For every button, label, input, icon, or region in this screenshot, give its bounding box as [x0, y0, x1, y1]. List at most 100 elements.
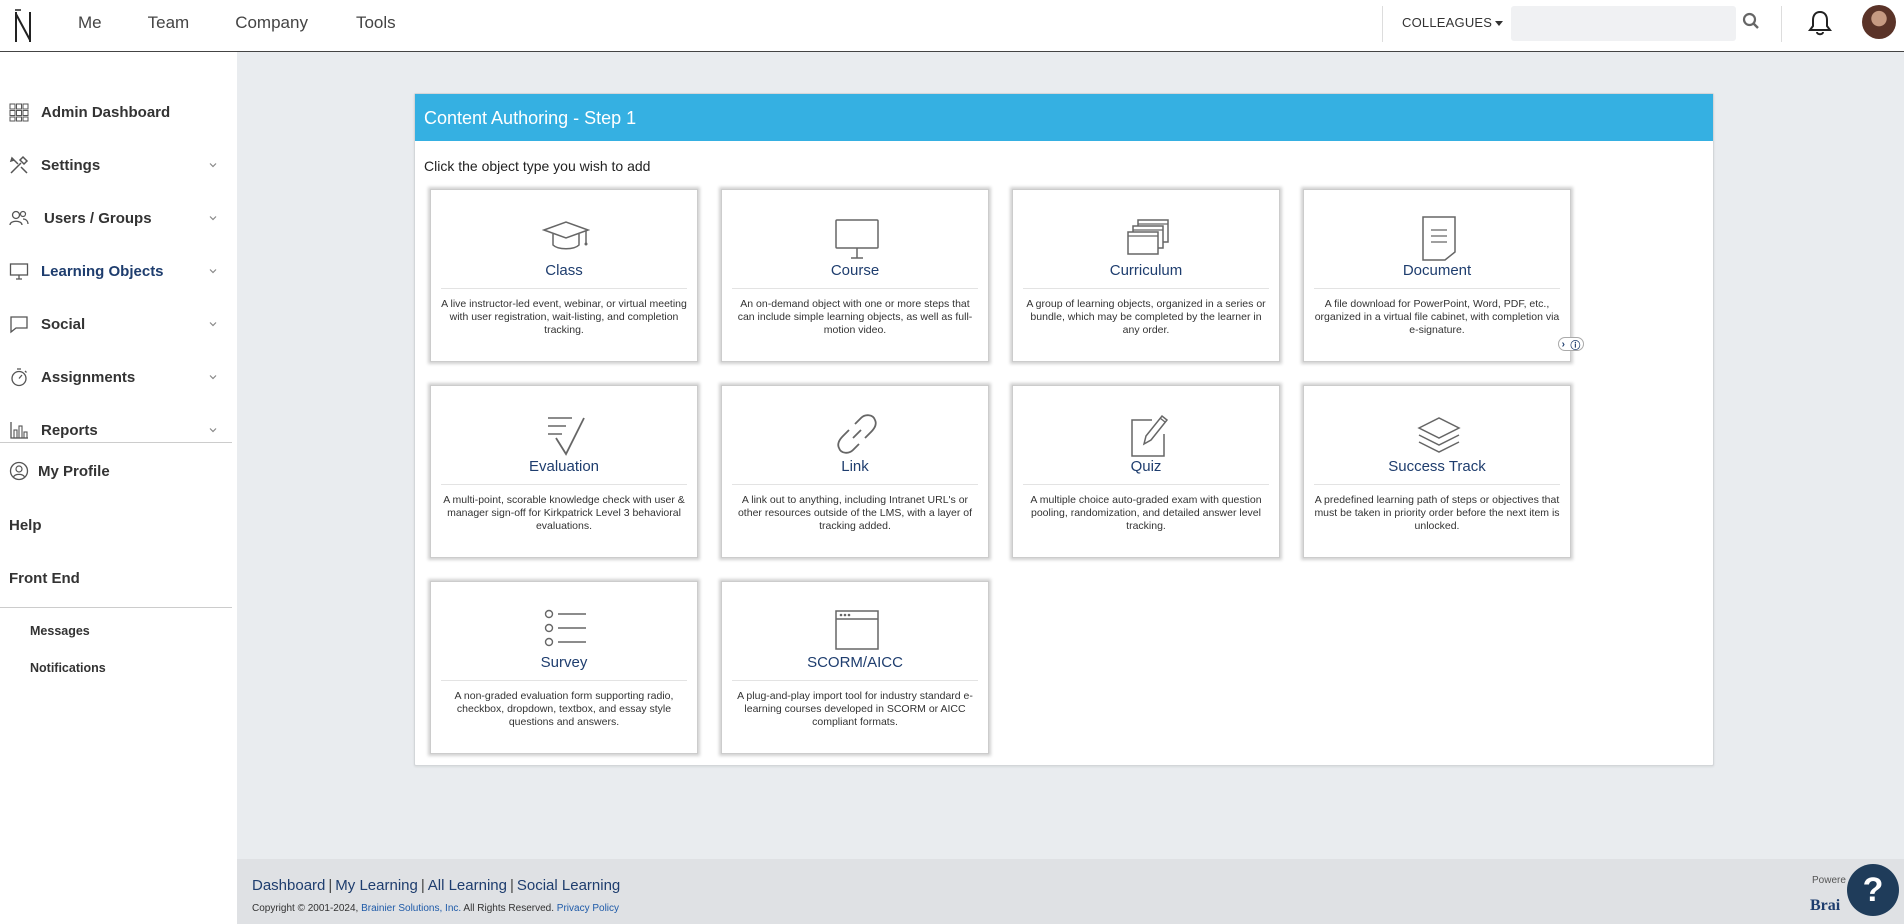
top-bar: Me Team Company Tools COLLEAGUES — [0, 0, 1904, 52]
search-input[interactable] — [1511, 6, 1736, 41]
stopwatch-icon — [11, 368, 27, 387]
tile-description: An on-demand object with one or more ste… — [737, 298, 973, 336]
tile-divider — [441, 680, 687, 681]
tile-document[interactable]: Document A file download for PowerPoint,… — [1303, 189, 1571, 362]
tile-title: Quiz — [1130, 458, 1162, 475]
tile-quiz[interactable]: Quiz A multiple choice auto-graded exam … — [1012, 385, 1280, 558]
bar-chart-icon — [10, 422, 28, 439]
tile-description: A non-graded evaluation form supporting … — [454, 690, 674, 728]
tile-divider — [732, 680, 978, 681]
tile-title: Link — [841, 458, 869, 475]
tile-divider — [1023, 484, 1269, 485]
list-icon — [544, 609, 586, 647]
nav-company[interactable]: Company — [235, 13, 308, 33]
nav-tools[interactable]: Tools — [356, 13, 396, 33]
sidebar-item-label: Social — [41, 315, 86, 333]
chevron-down-icon — [209, 428, 217, 433]
users-icon — [9, 210, 29, 226]
tile-description: A group of learning objects, organized i… — [1026, 298, 1266, 336]
tile-divider — [441, 288, 687, 289]
card-title: Content Authoring - Step 1 — [415, 94, 1713, 141]
brand-logo-icon[interactable] — [12, 6, 34, 46]
tile-divider — [441, 484, 687, 485]
footer-link-social-learning[interactable]: Social Learning — [517, 877, 620, 894]
pencil-paper-icon — [1131, 414, 1169, 457]
tile-title: SCORM/AICC — [807, 654, 903, 671]
info-icon: ⓘ — [1570, 340, 1581, 352]
sidebar-item-label: Users / Groups — [44, 209, 152, 227]
checklist-icon — [548, 417, 585, 456]
chevron-down-icon — [209, 322, 217, 327]
tile-course[interactable]: Course An on-demand object with one or m… — [721, 189, 989, 362]
caret-down-icon — [1495, 21, 1504, 27]
tile-description: A predefined learning path of steps or o… — [1314, 494, 1560, 532]
sidebar-item-help[interactable]: Help — [9, 517, 42, 534]
sidebar-divider — [0, 442, 232, 443]
sidebar-item-learning-objects[interactable]: Learning Objects — [0, 251, 232, 291]
document-icon — [1422, 216, 1456, 261]
tile-title: Evaluation — [528, 458, 600, 475]
tile-description: A link out to anything, including Intran… — [737, 494, 973, 532]
colleagues-dropdown[interactable]: COLLEAGUES — [1402, 15, 1504, 30]
tile-description: A file download for PowerPoint, Word, PD… — [1314, 298, 1560, 336]
tile-description: A plug-and-play import tool for industry… — [737, 690, 973, 728]
footer-link-all-learning[interactable]: All Learning — [428, 877, 507, 894]
top-nav: Me Team Company Tools — [78, 0, 446, 46]
sidebar-item-messages[interactable]: Messages — [30, 624, 90, 638]
search-icon[interactable] — [1742, 12, 1760, 30]
nav-team[interactable]: Team — [148, 13, 190, 33]
tile-description: A live instructor-led event, webinar, or… — [441, 298, 687, 336]
tile-curriculum[interactable]: Curriculum A group of learning objects, … — [1012, 189, 1280, 362]
card-instruction: Click the object type you wish to add — [424, 158, 651, 174]
layers-icon — [1417, 417, 1461, 453]
company-link[interactable]: Brainier Solutions, Inc. — [361, 903, 461, 914]
chat-icon — [10, 316, 28, 334]
nav-me[interactable]: Me — [78, 13, 102, 33]
footer-link-my-learning[interactable]: My Learning — [335, 877, 418, 894]
powered-by-text: Powere — [1812, 875, 1846, 886]
tile-divider — [732, 484, 978, 485]
tile-class[interactable]: Class A live instructor-led event, webin… — [430, 189, 698, 362]
chevron-down-icon — [209, 216, 217, 221]
sidebar-item-label: Reports — [41, 421, 98, 439]
tile-link[interactable]: Link A link out to anything, including I… — [721, 385, 989, 558]
privacy-policy-link[interactable]: Privacy Policy — [557, 903, 619, 914]
bell-icon[interactable] — [1807, 9, 1833, 37]
copyright-text: Copyright © 2001-2024, — [252, 903, 359, 914]
help-button[interactable]: ? — [1847, 864, 1899, 916]
tile-divider — [1023, 288, 1269, 289]
sidebar-item-settings[interactable]: Settings — [0, 145, 232, 185]
grid-icon — [9, 103, 29, 122]
sidebar-item-label: Settings — [41, 156, 101, 174]
sidebar-item-my-profile[interactable]: My Profile — [0, 451, 232, 491]
sidebar-item-admin-dashboard[interactable]: Admin Dashboard — [0, 92, 232, 132]
tile-evaluation[interactable]: Evaluation A multi-point, scorable knowl… — [430, 385, 698, 558]
sidebar-item-assignments[interactable]: Assignments — [0, 357, 232, 397]
sidebar-item-reports[interactable]: Reports — [0, 410, 232, 450]
tile-title: Class — [545, 262, 583, 279]
avatar[interactable] — [1862, 5, 1896, 39]
tile-survey[interactable]: Survey A non-graded evaluation form supp… — [430, 581, 698, 754]
tile-success-track[interactable]: Success Track A predefined learning path… — [1303, 385, 1571, 558]
sidebar-item-users-groups[interactable]: Users / Groups — [0, 198, 232, 238]
sidebar-item-front-end[interactable]: Front End — [9, 570, 80, 587]
tile-divider — [732, 288, 978, 289]
footer-link-dashboard[interactable]: Dashboard — [252, 877, 325, 894]
sidebar-item-social[interactable]: Social — [0, 304, 232, 344]
tile-description: A multiple choice auto-graded exam with … — [1030, 494, 1262, 532]
footer-links: Dashboard | My Learning | All Learning | Socia… — [252, 877, 620, 894]
chevron-down-icon — [209, 163, 217, 168]
divider — [1382, 6, 1383, 42]
tile-scorm-aicc[interactable]: SCORM/AICC A plug-and-play import tool f… — [721, 581, 989, 754]
chevron-down-icon — [209, 269, 217, 274]
tile-title: Survey — [540, 654, 588, 671]
info-badge[interactable]: › ⓘ — [1558, 337, 1584, 352]
sidebar-item-label: Assignments — [41, 368, 136, 386]
sidebar-item-notifications[interactable]: Notifications — [30, 661, 106, 675]
tile-divider — [1314, 484, 1560, 485]
sidebar: Admin Dashboard Settings Users / Groups … — [0, 52, 237, 924]
colleagues-label: COLLEAGUES — [1402, 15, 1493, 30]
separator: | — [328, 877, 333, 894]
tile-title: Success Track — [1388, 458, 1486, 475]
sidebar-divider — [0, 607, 232, 608]
